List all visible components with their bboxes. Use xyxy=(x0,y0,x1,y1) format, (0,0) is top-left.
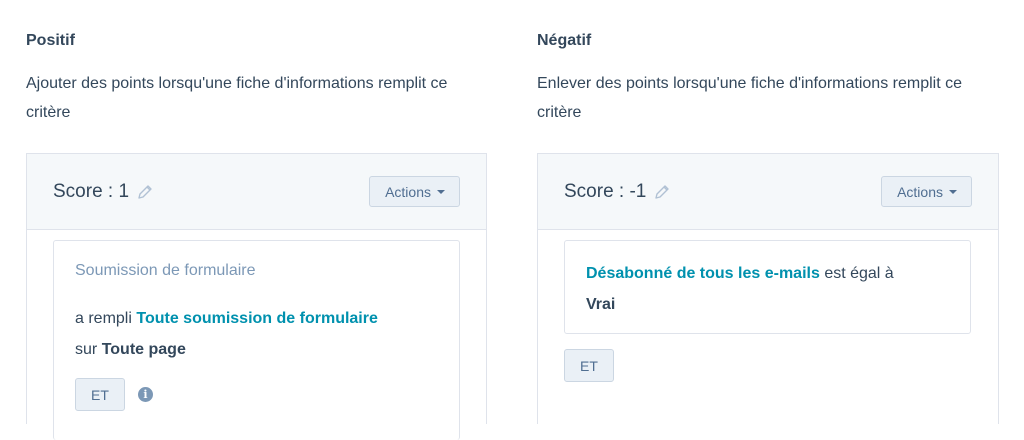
info-icon[interactable]: i xyxy=(138,387,153,402)
negative-and-label: ET xyxy=(580,357,598,374)
rule-property-link[interactable]: Désabonné de tous les e-mails xyxy=(586,265,820,282)
rule-value: Vrai xyxy=(586,296,616,313)
positive-and-label: ET xyxy=(91,386,109,403)
negative-score-panel: Score : -1 Actions Désabonné de tous les… xyxy=(537,153,999,424)
positive-criteria-card[interactable]: Soumission de formulaire a rempli Toute … xyxy=(53,240,460,440)
positive-score-label: Score : 1 xyxy=(53,181,130,202)
negative-panel-header: Score : -1 Actions xyxy=(538,154,998,230)
criteria-type-label: Soumission de formulaire xyxy=(75,262,256,279)
positive-score: Score : 1 xyxy=(53,181,153,203)
negative-actions-label: Actions xyxy=(897,183,943,200)
criteria-rule-text: Désabonné de tous les e-mails est égal à… xyxy=(586,258,956,320)
pencil-icon[interactable] xyxy=(137,184,153,200)
negative-score: Score : -1 xyxy=(564,181,670,203)
rule-mid: sur xyxy=(75,341,98,358)
rule-target: Toute page xyxy=(101,341,186,358)
pencil-icon[interactable] xyxy=(654,184,670,200)
negative-and-button[interactable]: ET xyxy=(564,349,614,382)
positive-actions-label: Actions xyxy=(385,183,431,200)
rule-form-link[interactable]: Toute soumission de formulaire xyxy=(136,310,378,327)
negative-description: Enlever des points lorsqu'une fiche d'in… xyxy=(537,75,962,121)
negative-panel-body: Désabonné de tous les e-mails est égal à… xyxy=(538,230,998,424)
negative-actions-button[interactable]: Actions xyxy=(881,176,972,207)
negative-criteria-card[interactable]: Désabonné de tous les e-mails est égal à… xyxy=(564,240,971,334)
caret-down-icon xyxy=(437,189,445,194)
rule-prefix: a rempli xyxy=(75,310,132,327)
positive-panel-body: Soumission de formulaire a rempli Toute … xyxy=(27,230,486,440)
rule-operator: est égal à xyxy=(824,265,894,282)
positive-panel-header: Score : 1 Actions xyxy=(27,154,486,230)
positive-and-button[interactable]: ET xyxy=(75,378,125,411)
negative-title: Négatif xyxy=(537,32,592,49)
positive-actions-button[interactable]: Actions xyxy=(369,176,460,207)
caret-down-icon xyxy=(949,189,957,194)
positive-title: Positif xyxy=(26,32,75,49)
positive-score-panel: Score : 1 Actions Soumission de formulai… xyxy=(26,153,487,440)
positive-description: Ajouter des points lorsqu'une fiche d'in… xyxy=(26,75,448,121)
negative-score-label: Score : -1 xyxy=(564,181,647,202)
criteria-rule-text: a rempli Toute soumission de formulaire … xyxy=(75,303,445,365)
